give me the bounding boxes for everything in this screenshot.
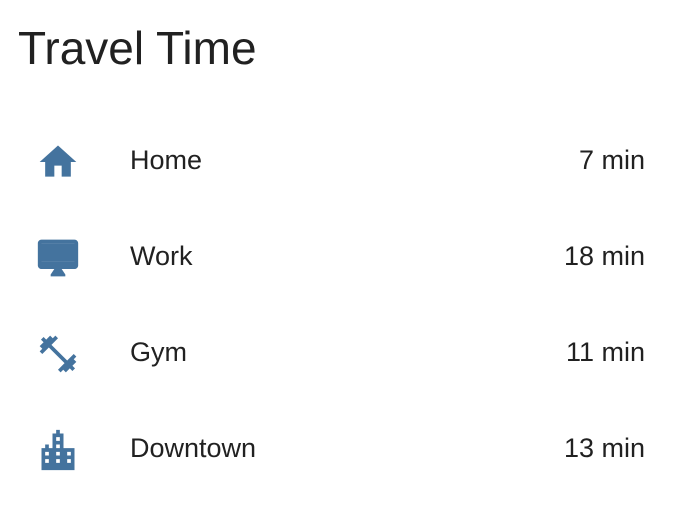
entity-label: Work: [130, 241, 193, 271]
entity-state: 7 min: [578, 145, 645, 175]
entity-state: 13 min: [563, 433, 645, 463]
entity-label: Gym: [130, 337, 187, 367]
entity-row-downtown[interactable]: Downtown 13 min: [0, 400, 676, 496]
entity-row-work[interactable]: Work 18 min: [0, 208, 676, 304]
monitor-icon: [36, 236, 80, 280]
entity-state: 18 min: [563, 241, 645, 271]
entity-row-gym[interactable]: Gym 11 min: [0, 304, 676, 400]
card-title: Travel Time: [18, 22, 257, 74]
home-icon: [36, 140, 80, 184]
entity-row-home[interactable]: Home 7 min: [0, 112, 676, 208]
entity-state: 11 min: [565, 337, 645, 367]
travel-time-card: Travel Time Home 7 min Work 18 min Gym 1…: [0, 0, 676, 508]
dumbbell-icon: [36, 332, 80, 376]
city-icon: [36, 428, 80, 472]
entity-label: Downtown: [130, 433, 257, 463]
travel-time-list: Home 7 min Work 18 min Gym 11 min Downto…: [0, 112, 676, 496]
entity-label: Home: [130, 145, 203, 175]
